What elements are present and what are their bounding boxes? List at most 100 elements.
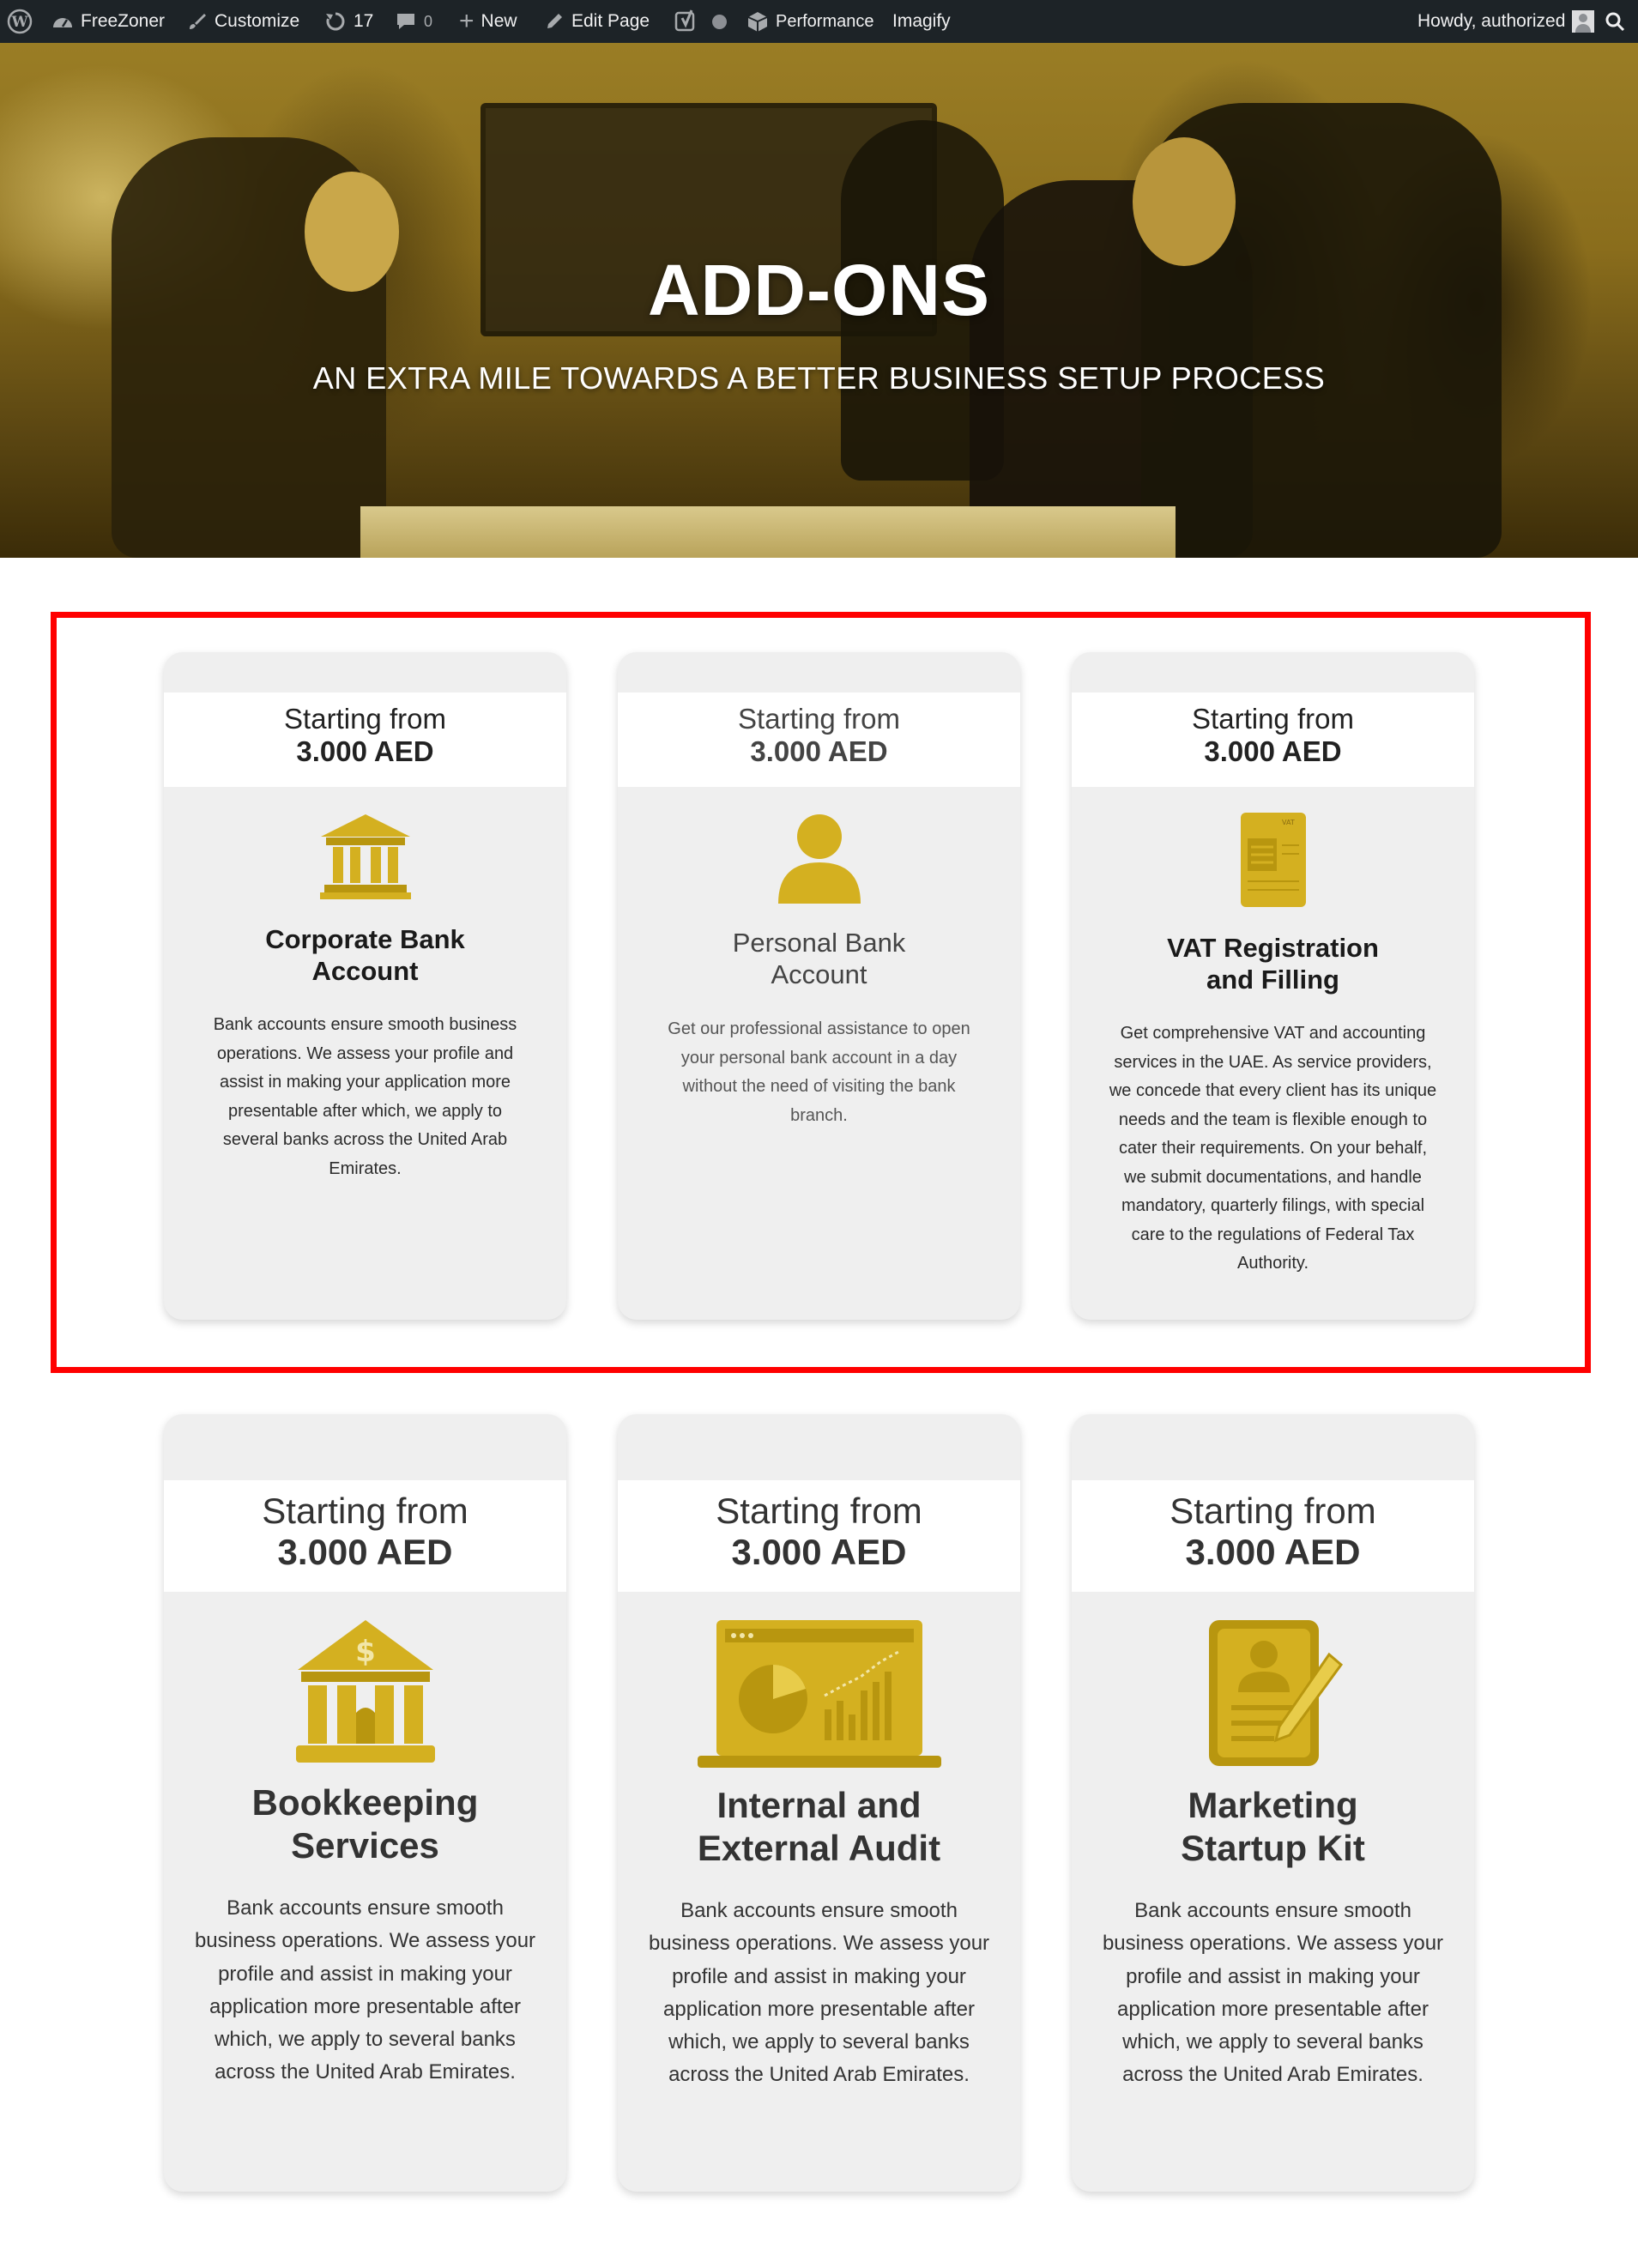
card-title-line: and Filling xyxy=(1206,965,1339,995)
brush-icon xyxy=(190,14,206,29)
price-label: Starting from xyxy=(716,1491,922,1531)
vat-document-icon: VAT xyxy=(1072,811,1474,909)
description-line: profile and assist in making your xyxy=(218,1962,512,1986)
site-name-link[interactable]: FreeZoner xyxy=(51,0,165,43)
card-description: Bank accounts ensure smooth business ope… xyxy=(1094,1895,1452,2092)
avatar-body-icon xyxy=(1575,24,1592,33)
edit-page-label: Edit Page xyxy=(571,11,650,31)
description-line: business operations. We assess your xyxy=(648,1932,990,1956)
price-label: Starting from xyxy=(738,703,900,735)
description-line: business operations. We assess your xyxy=(194,1929,536,1953)
comment-icon xyxy=(397,14,414,29)
card-title-line: VAT Registration xyxy=(1167,933,1379,963)
description-line: mandatory, quarterly filings, with speci… xyxy=(1121,1196,1425,1215)
description-line: needs and the team is flexible enough to xyxy=(1118,1110,1428,1129)
customize-link[interactable]: Customize xyxy=(187,0,299,43)
price-band: Starting from 3.000 AED xyxy=(164,692,566,787)
card-description: Get our professional assistance to open … xyxy=(640,1015,998,1130)
price-label: Starting from xyxy=(1170,1491,1376,1531)
updates-icon xyxy=(326,12,345,31)
description-line: across the United Arab Emirates. xyxy=(668,2063,970,2087)
card-title-line: Services xyxy=(291,1825,439,1866)
card-title-line: Account xyxy=(311,956,419,986)
card-title-line: Internal and xyxy=(716,1785,922,1825)
imagify-link[interactable]: Imagify xyxy=(892,0,951,43)
svg-text:W: W xyxy=(10,14,28,31)
description-line: application more presentable after xyxy=(663,1997,975,2021)
description-line: Bank accounts ensure smooth xyxy=(1134,1899,1411,1922)
description-line: Get comprehensive VAT and accounting xyxy=(1120,1024,1426,1043)
site-name-label: FreeZoner xyxy=(81,11,166,31)
greeting-label: Howdy, authorized xyxy=(1417,11,1566,31)
description-line: Authority. xyxy=(1237,1254,1309,1273)
price-value: 3.000 AED xyxy=(731,1532,907,1572)
price-value: 3.000 AED xyxy=(277,1532,453,1572)
card-title-line: Startup Kit xyxy=(1181,1828,1365,1868)
addon-card-vat[interactable]: Starting from 3.000 AED VAT VAT Registra… xyxy=(1072,652,1474,1320)
card-description: Get comprehensive VAT and accounting ser… xyxy=(1094,1019,1452,1279)
description-line: business operations. We assess your xyxy=(1102,1932,1444,1956)
svg-text:$: $ xyxy=(355,1635,376,1669)
avatar xyxy=(1572,10,1595,33)
description-line: assist in making your application more xyxy=(219,1073,511,1092)
description-line: your personal bank account in a day xyxy=(680,1048,958,1067)
performance-link[interactable]: Performance xyxy=(746,0,874,43)
price-band: Starting from 3.000 AED xyxy=(164,1480,566,1592)
bank-dollar-icon: $ xyxy=(164,1617,566,1764)
description-line: profile and assist in making your xyxy=(672,1964,966,1988)
card-description: Bank accounts ensure smooth business ope… xyxy=(186,1011,544,1183)
description-line: we concede that every client has its uni… xyxy=(1109,1081,1437,1100)
description-line: which, we apply to several banks xyxy=(668,2030,970,2054)
dashboard-icon xyxy=(53,18,72,27)
wordpress-logo-icon[interactable]: W xyxy=(7,0,33,43)
card-title: Personal Bank Account xyxy=(635,927,1003,990)
addon-card-personal-bank[interactable]: Starting from 3.000 AED Personal Bank Ac… xyxy=(618,652,1020,1320)
card-description: Bank accounts ensure smooth business ope… xyxy=(640,1895,998,2092)
yoast-seo-link[interactable] xyxy=(674,0,727,43)
card-title-line: Corporate Bank xyxy=(265,924,465,954)
addon-card-marketing-kit[interactable]: Starting from 3.000 AED Marketing Startu… xyxy=(1072,1414,1474,2192)
description-line: application more presentable after xyxy=(1117,1997,1429,2021)
description-line: application more presentable after xyxy=(209,1994,521,2018)
card-title: Corporate Bank Account xyxy=(181,923,549,987)
card-title-line: Marketing xyxy=(1188,1785,1358,1825)
addon-card-corporate-bank[interactable]: Starting from 3.000 AED Corporate Bank A… xyxy=(164,652,566,1320)
price-label: Starting from xyxy=(1192,703,1354,735)
card-title: Marketing Startup Kit xyxy=(1089,1784,1457,1870)
search-link[interactable] xyxy=(1605,0,1625,43)
card-title-line: Account xyxy=(771,959,867,989)
hero-background-face xyxy=(1133,137,1236,266)
card-title: Bookkeeping Services xyxy=(181,1781,549,1867)
addon-card-bookkeeping[interactable]: Starting from 3.000 AED $ Bookkeeping Se… xyxy=(164,1414,566,2192)
description-line: across the United Arab Emirates. xyxy=(215,2060,516,2084)
description-line: without the need of visiting the bank xyxy=(682,1077,956,1096)
search-icon xyxy=(1605,12,1625,32)
rocket-cube-icon xyxy=(747,12,768,32)
updates-link[interactable]: 17 xyxy=(324,0,373,43)
description-line: branch. xyxy=(790,1105,848,1125)
new-content-link[interactable]: + New xyxy=(459,0,517,43)
comments-count: 0 xyxy=(424,12,433,30)
card-title: Internal and External Audit xyxy=(635,1784,1003,1870)
profile-document-pen-icon xyxy=(1072,1617,1474,1769)
comments-link[interactable]: 0 xyxy=(395,0,432,43)
price-band: Starting from 3.000 AED xyxy=(618,692,1020,787)
description-line: care to the regulations of Federal Tax xyxy=(1131,1225,1415,1244)
edit-page-link[interactable]: Edit Page xyxy=(544,0,650,43)
new-label: New xyxy=(481,11,517,31)
avatar-head-icon xyxy=(1579,14,1588,22)
updates-count: 17 xyxy=(354,11,374,31)
price-value: 3.000 AED xyxy=(1185,1532,1361,1572)
hero-banner: ADD-ONS AN EXTRA MILE TOWARDS A BETTER B… xyxy=(0,43,1638,558)
my-account-link[interactable]: Howdy, authorized xyxy=(1417,0,1595,43)
price-value: 3.000 AED xyxy=(296,735,434,767)
price-label: Starting from xyxy=(284,703,446,735)
price-band: Starting from 3.000 AED xyxy=(618,1480,1020,1592)
addon-card-audit[interactable]: Starting from 3.000 AED Internal and Ext… xyxy=(618,1414,1020,2192)
description-line: Bank accounts ensure smooth business xyxy=(213,1015,517,1034)
description-line: Bank accounts ensure smooth xyxy=(680,1899,958,1922)
card-title-line: External Audit xyxy=(697,1828,941,1868)
description-line: we submit documentations, and handle xyxy=(1124,1167,1422,1187)
price-label: Starting from xyxy=(262,1491,468,1531)
description-line: services in the UAE. As service provider… xyxy=(1114,1052,1432,1072)
